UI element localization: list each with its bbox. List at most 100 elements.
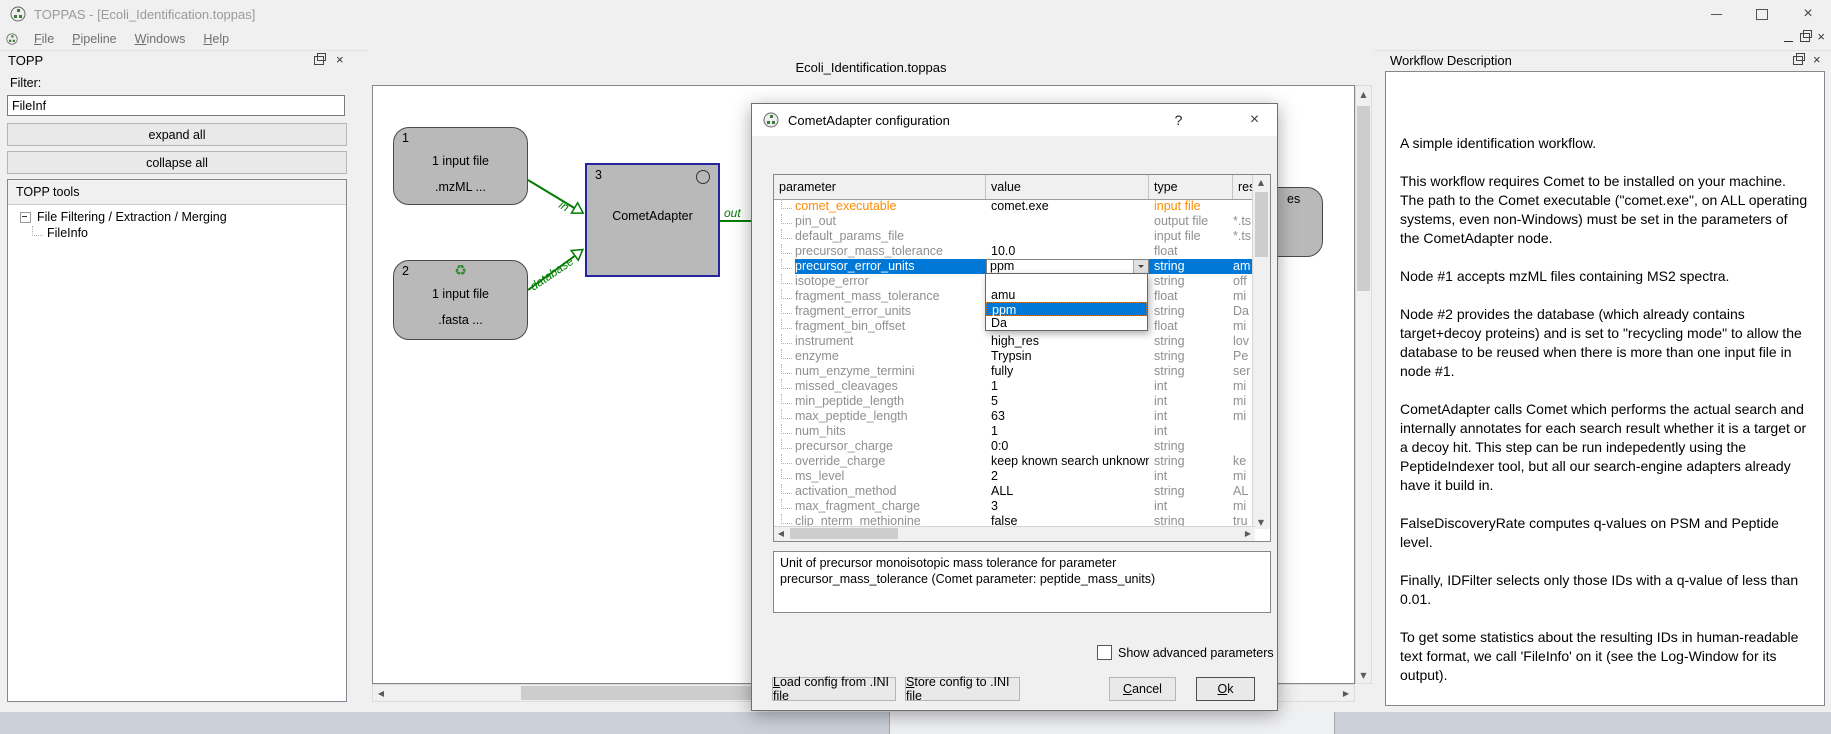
menu-item-help[interactable]: Help <box>194 32 238 46</box>
param-value[interactable]: 2 <box>986 469 1149 484</box>
load-config-button[interactable]: Load config from .INI file <box>772 677 896 701</box>
param-value[interactable]: 10.0 <box>986 244 1149 259</box>
column-header-restrictions[interactable]: res <box>1233 175 1254 199</box>
value-combobox[interactable]: ppm <box>986 259 1149 274</box>
param-restrictions: lov <box>1233 334 1253 349</box>
canvas-vertical-scrollbar[interactable] <box>1355 85 1372 684</box>
workflow-description-panel[interactable]: A simple identification workflow.This wo… <box>1385 71 1825 706</box>
param-row-num_enzyme_termini[interactable]: num_enzyme_terminifullystringser <box>774 364 1253 379</box>
input-node-1[interactable]: 1 1 input file .mzML ... <box>393 127 528 205</box>
combobox-dropdown-button[interactable] <box>1133 260 1148 273</box>
scroll-left-icon[interactable] <box>774 527 788 540</box>
param-value[interactable]: keep known search unknown <box>986 454 1149 469</box>
node-status-icon <box>696 170 710 184</box>
panel-close-icon[interactable] <box>1813 55 1821 65</box>
menu-item-windows[interactable]: Windows <box>126 32 195 46</box>
param-name: isotope_error <box>795 274 986 289</box>
tree-item-fileinfo[interactable]: FileInfo <box>32 226 88 241</box>
dropdown-option-amu[interactable]: amu <box>986 288 1147 302</box>
param-row-instrument[interactable]: instrumenthigh_resstringlov <box>774 334 1253 349</box>
scroll-down-icon[interactable] <box>1253 515 1269 529</box>
param-value[interactable]: Trypsin <box>986 349 1149 364</box>
param-row-precursor_mass_tolerance[interactable]: precursor_mass_tolerance10.0float <box>774 244 1253 259</box>
scrollbar-thumb[interactable] <box>1357 106 1370 291</box>
param-value[interactable]: 1 <box>986 379 1149 394</box>
mdi-restore-icon[interactable] <box>1800 33 1810 42</box>
bottom-scrollbar[interactable] <box>0 712 1831 734</box>
minimize-icon[interactable] <box>1693 0 1739 28</box>
dropdown-option-Da[interactable]: Da <box>986 316 1147 330</box>
menu-item-pipeline[interactable]: Pipeline <box>63 32 125 46</box>
param-name: min_peptide_length <box>795 394 986 409</box>
param-row-missed_cleavages[interactable]: missed_cleavages1intmi <box>774 379 1253 394</box>
param-row-min_peptide_length[interactable]: min_peptide_length5intmi <box>774 394 1253 409</box>
param-row-precursor_charge[interactable]: precursor_charge0:0string <box>774 439 1253 454</box>
dropdown-blank-item[interactable] <box>986 274 1147 288</box>
table-vertical-scrollbar[interactable] <box>1252 175 1270 529</box>
param-row-max_fragment_charge[interactable]: max_fragment_charge3intmi <box>774 499 1253 514</box>
scroll-up-icon[interactable] <box>1356 86 1371 102</box>
collapse-expander-icon[interactable] <box>20 212 31 223</box>
scrollbar-thumb[interactable] <box>889 712 1335 734</box>
input-node-2[interactable]: 2 1 input file .fasta ... <box>393 260 528 340</box>
scroll-down-icon[interactable] <box>1356 667 1371 683</box>
dialog-titlebar[interactable]: CometAdapter configuration ? <box>752 104 1277 136</box>
scroll-left-icon[interactable] <box>373 685 389 701</box>
ok-button[interactable]: Ok <box>1196 677 1255 701</box>
scroll-right-icon[interactable] <box>1241 527 1255 540</box>
column-header-value[interactable]: value <box>986 175 1149 199</box>
panel-float-icon[interactable] <box>1793 56 1803 65</box>
scrollbar-thumb[interactable] <box>1255 192 1268 257</box>
param-row-precursor_error_units[interactable]: precursor_error_unitsppmstringam <box>774 259 1253 274</box>
param-value[interactable]: 5 <box>986 394 1149 409</box>
scroll-right-icon[interactable] <box>1338 685 1354 701</box>
param-row-max_peptide_length[interactable]: max_peptide_length63intmi <box>774 409 1253 424</box>
param-row-num_hits[interactable]: num_hits1int <box>774 424 1253 439</box>
param-row-default_params_file[interactable]: default_params_fileinput file*.ts <box>774 229 1253 244</box>
help-button[interactable]: ? <box>1156 104 1201 136</box>
param-row-ms_level[interactable]: ms_level2intmi <box>774 469 1253 484</box>
cancel-button[interactable]: Cancel <box>1109 677 1176 701</box>
param-restrictions: mi <box>1233 394 1253 409</box>
dropdown-option-ppm[interactable]: ppm <box>986 302 1147 316</box>
param-name: max_peptide_length <box>795 409 986 424</box>
expand-all-button[interactable]: expand all <box>7 123 347 146</box>
collapse-all-button[interactable]: collapse all <box>7 151 347 174</box>
param-value[interactable] <box>986 214 1149 229</box>
scroll-up-icon[interactable] <box>1253 175 1269 189</box>
param-value[interactable]: comet.exe <box>986 199 1149 214</box>
menu-item-file[interactable]: File <box>25 32 63 46</box>
mdi-minimize-icon[interactable] <box>1784 40 1793 42</box>
param-row-comet_executable[interactable]: comet_executablecomet.exeinput file <box>774 199 1253 214</box>
panel-float-icon[interactable] <box>314 56 324 65</box>
tree-group-file-filtering[interactable]: File Filtering / Extraction / Merging <box>20 210 227 224</box>
param-value[interactable]: ppm <box>986 259 1149 274</box>
dialog-close-button[interactable] <box>1232 104 1277 136</box>
cometadapter-node[interactable]: 3 CometAdapter <box>585 163 720 277</box>
param-value[interactable]: 0:0 <box>986 439 1149 454</box>
param-row-override_charge[interactable]: override_chargekeep known search unknown… <box>774 454 1253 469</box>
scrollbar-thumb[interactable] <box>790 528 898 539</box>
filter-input[interactable] <box>7 95 345 116</box>
param-row-pin_out[interactable]: pin_outoutput file*.ts <box>774 214 1253 229</box>
close-icon[interactable] <box>1785 0 1831 28</box>
table-horizontal-scrollbar[interactable] <box>774 526 1255 541</box>
panel-close-icon[interactable] <box>336 55 344 65</box>
store-config-button[interactable]: Store config to .INI file <box>905 677 1020 701</box>
param-value[interactable]: high_res <box>986 334 1149 349</box>
tree-connector <box>781 304 792 314</box>
param-value[interactable]: 1 <box>986 424 1149 439</box>
maximize-icon[interactable] <box>1739 0 1785 28</box>
column-header-parameter[interactable]: parameter <box>774 175 986 199</box>
mdi-close-icon[interactable] <box>1817 32 1825 42</box>
param-value[interactable]: 3 <box>986 499 1149 514</box>
column-header-type[interactable]: type <box>1149 175 1233 199</box>
param-value[interactable] <box>986 229 1149 244</box>
param-restrictions: mi <box>1233 379 1253 394</box>
param-value[interactable]: fully <box>986 364 1149 379</box>
param-row-activation_method[interactable]: activation_methodALLstringAL <box>774 484 1253 499</box>
param-value[interactable]: 63 <box>986 409 1149 424</box>
param-row-enzyme[interactable]: enzymeTrypsinstringPe <box>774 349 1253 364</box>
show-advanced-checkbox[interactable] <box>1097 645 1112 660</box>
param-value[interactable]: ALL <box>986 484 1149 499</box>
